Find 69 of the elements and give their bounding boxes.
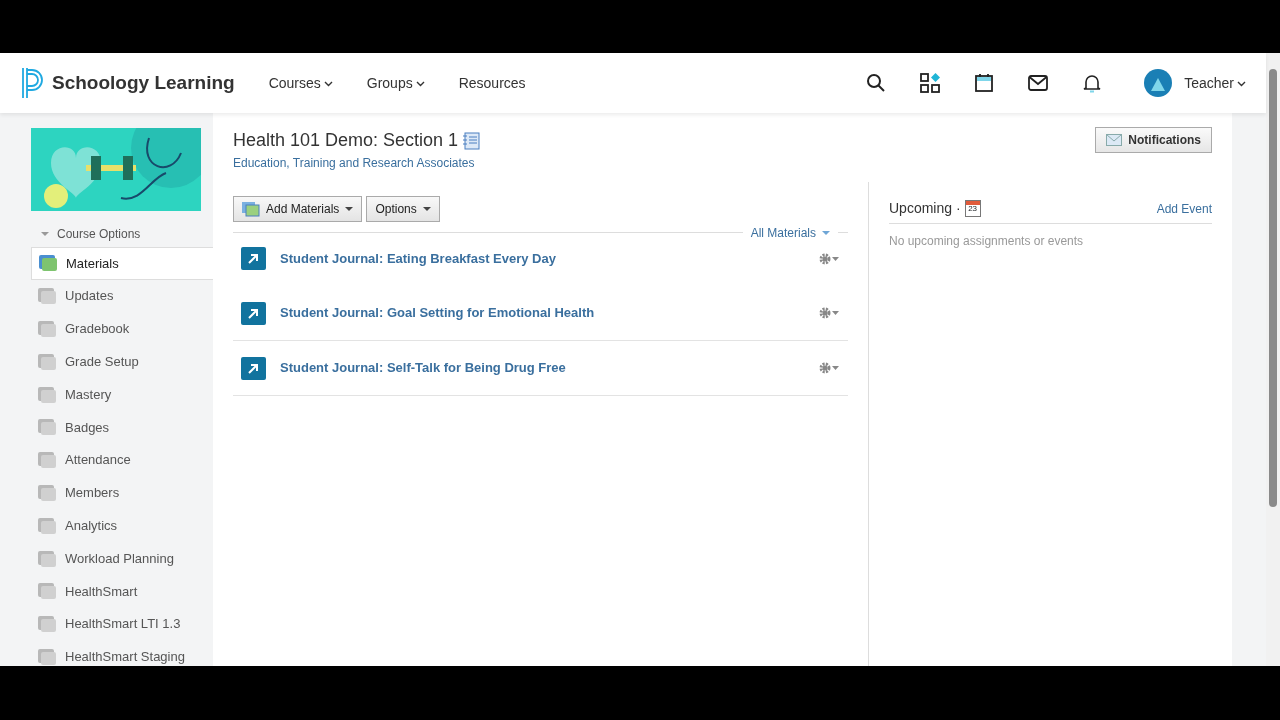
section-icon [37, 286, 57, 307]
caret-icon [422, 207, 431, 211]
sidebar-item[interactable]: HealthSmart Staging [31, 640, 213, 666]
sidebar-item[interactable]: Analytics [31, 509, 213, 543]
notebook-icon [462, 131, 481, 150]
bell-icon[interactable] [1082, 73, 1103, 93]
mail-icon[interactable] [1028, 73, 1049, 93]
section-icon [37, 384, 57, 405]
apps-icon[interactable] [920, 73, 941, 93]
section-icon [37, 581, 57, 602]
external-link-icon[interactable] [241, 247, 266, 270]
caret-icon [345, 207, 354, 211]
section-icon [37, 417, 57, 438]
scrollbar[interactable] [1266, 53, 1280, 666]
section-icon [37, 614, 57, 635]
envelope-icon [1106, 134, 1123, 146]
gear-dropdown-icon[interactable] [818, 251, 840, 266]
chevron-icon [323, 79, 333, 87]
course-organization: Education, Training and Research Associates [233, 155, 476, 172]
gear-dropdown-icon[interactable] [818, 361, 840, 375]
calendar-icon: 23 [964, 200, 981, 217]
sidebar-item[interactable]: Attendance [31, 443, 213, 477]
logo-icon [20, 67, 44, 99]
sidebar-item[interactable]: Materials [31, 247, 213, 280]
course-options-toggle[interactable]: Course Options [31, 211, 141, 247]
materials-icon [242, 201, 260, 217]
nav-menu-link[interactable]: Resources [458, 72, 526, 94]
material-link[interactable]: Student Journal: Goal Setting for Emotional Health [280, 303, 595, 323]
calendar-icon[interactable] [974, 73, 995, 93]
section-icon [38, 253, 58, 274]
options-button[interactable]: Options [366, 196, 440, 222]
gear-dropdown-icon[interactable] [818, 306, 840, 320]
caret-icon [822, 231, 830, 235]
sidebar-item[interactable]: Mastery [31, 378, 213, 411]
section-icon [37, 450, 57, 471]
chevron-icon [415, 79, 425, 87]
section-icon [37, 319, 57, 339]
course-title: Health 101 Demo: Section 1 [233, 129, 459, 152]
search-icon[interactable] [866, 73, 887, 93]
caret-icon [41, 231, 49, 236]
sidebar-item[interactable]: Workload Planning [31, 542, 213, 575]
section-icon [37, 646, 57, 666]
user-menu[interactable]: Teacher [1184, 72, 1246, 94]
section-icon [37, 351, 57, 372]
external-link-icon[interactable] [241, 301, 266, 325]
sidebar-item[interactable]: Grade Setup [31, 345, 213, 379]
scrollbar-thumb[interactable] [1269, 69, 1277, 507]
notifications-button[interactable]: Notifications [1095, 127, 1212, 153]
add-materials-button[interactable]: Add Materials [233, 196, 363, 222]
sidebar-item[interactable]: Badges [31, 411, 213, 444]
material-link[interactable]: Student Journal: Self-Talk for Being Drug Free [280, 358, 566, 378]
sidebar-item[interactable]: Members [31, 476, 213, 510]
nav-menu-link[interactable]: Courses [268, 72, 333, 94]
sidebar-item[interactable]: HealthSmart LTI 1.3 [31, 607, 213, 641]
avatar-icon[interactable] [1144, 69, 1173, 97]
external-link-icon[interactable] [241, 356, 266, 380]
chevron-icon [1237, 79, 1246, 87]
section-icon [37, 515, 57, 536]
add-event-link[interactable]: Add Event [1156, 199, 1212, 218]
sidebar-item[interactable]: HealthSmart [31, 574, 213, 608]
sidebar-item[interactable]: Updates [31, 279, 213, 313]
section-icon [37, 482, 57, 503]
upcoming-heading: Upcoming · [889, 199, 961, 218]
brand-name: Schoology Learning [52, 70, 235, 95]
section-icon [37, 548, 57, 569]
empty-message: No upcoming assignments or events [889, 233, 1085, 250]
nav-menu-link[interactable]: Groups [366, 72, 425, 94]
material-link[interactable]: Student Journal: Eating Breakfast Every Day [280, 248, 556, 269]
sidebar-item[interactable]: Gradebook [31, 312, 213, 346]
